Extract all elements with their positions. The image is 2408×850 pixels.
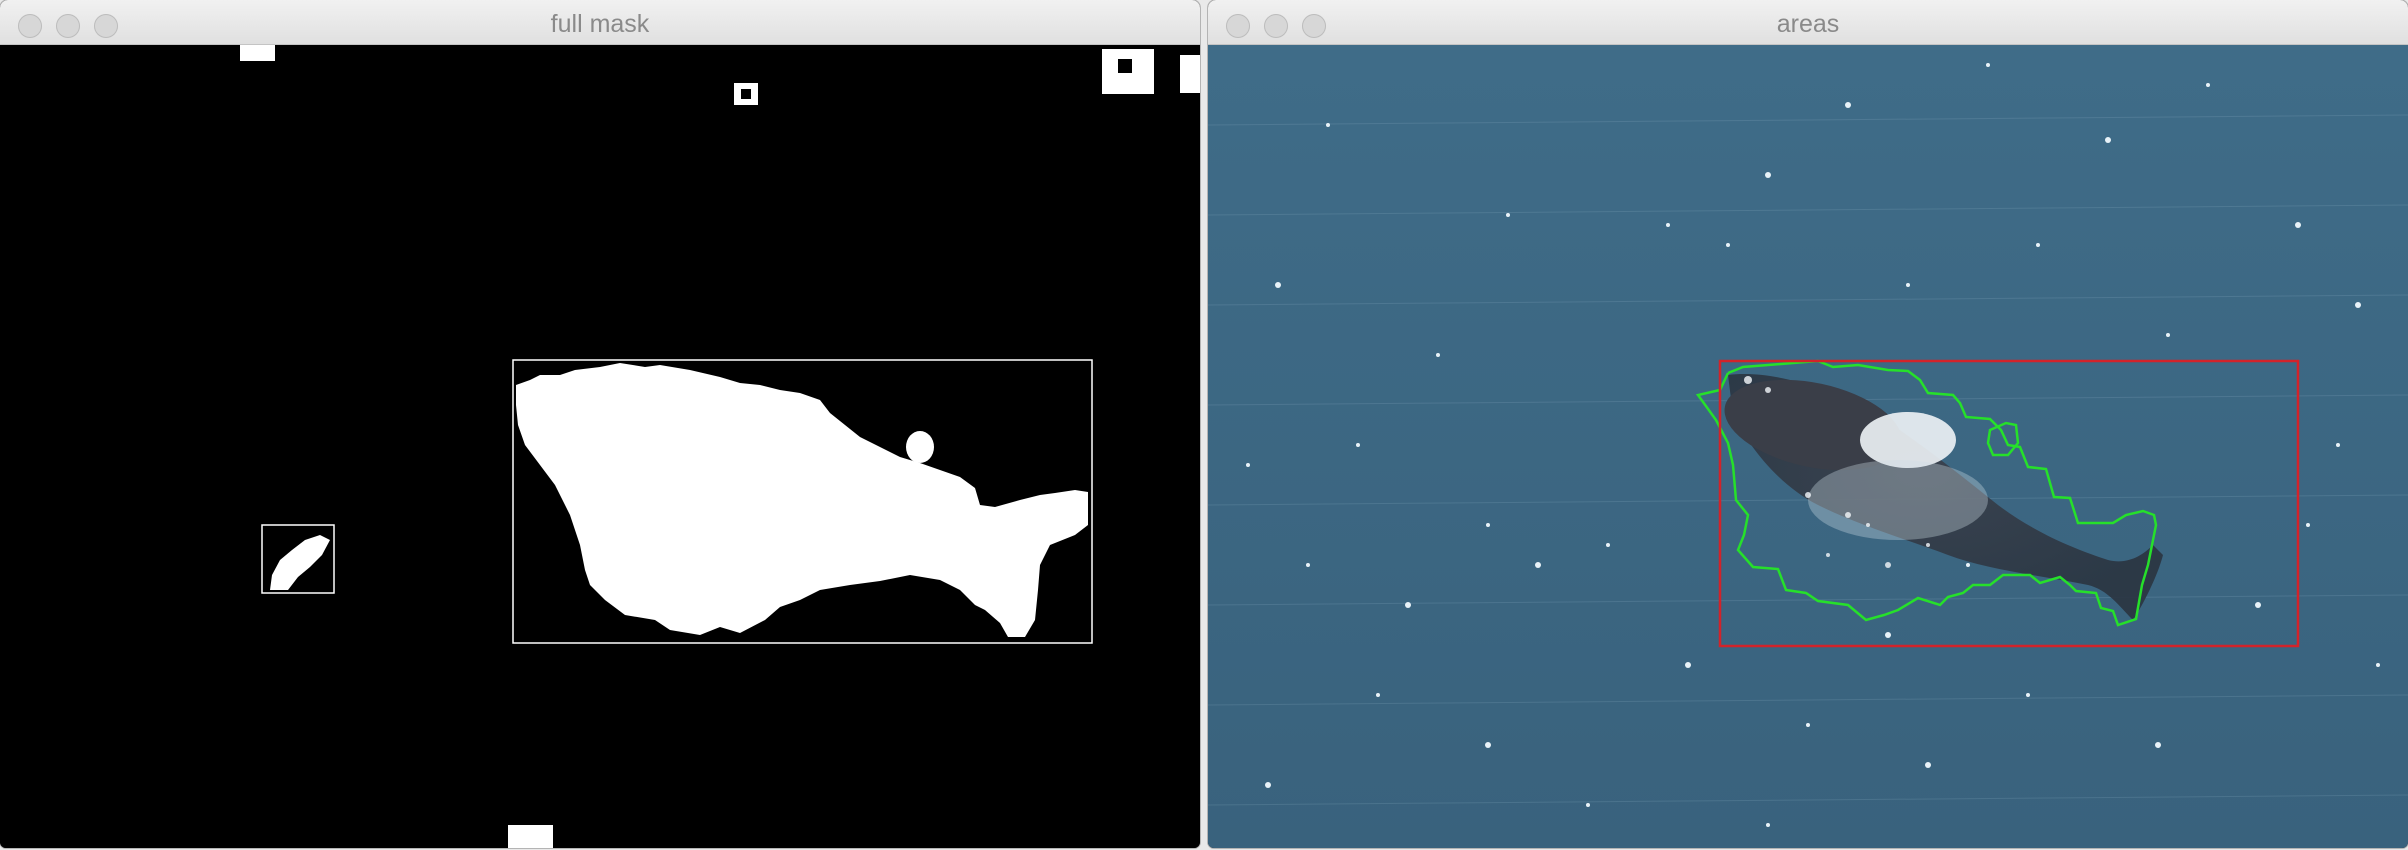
mask-blob <box>906 431 934 463</box>
mask-blob <box>508 825 553 848</box>
mask-blob <box>240 45 275 61</box>
areas-canvas <box>1208 45 2408 848</box>
titlebar[interactable]: areas <box>1208 0 2408 45</box>
full-mask-window[interactable]: full mask <box>0 0 1200 848</box>
titlebar[interactable]: full mask <box>0 0 1200 45</box>
mask-canvas <box>0 45 1200 848</box>
mask-blob <box>1180 55 1200 93</box>
window-title: full mask <box>550 10 650 38</box>
window-title: areas <box>1776 10 1840 38</box>
areas-window[interactable]: areas <box>1208 0 2408 848</box>
